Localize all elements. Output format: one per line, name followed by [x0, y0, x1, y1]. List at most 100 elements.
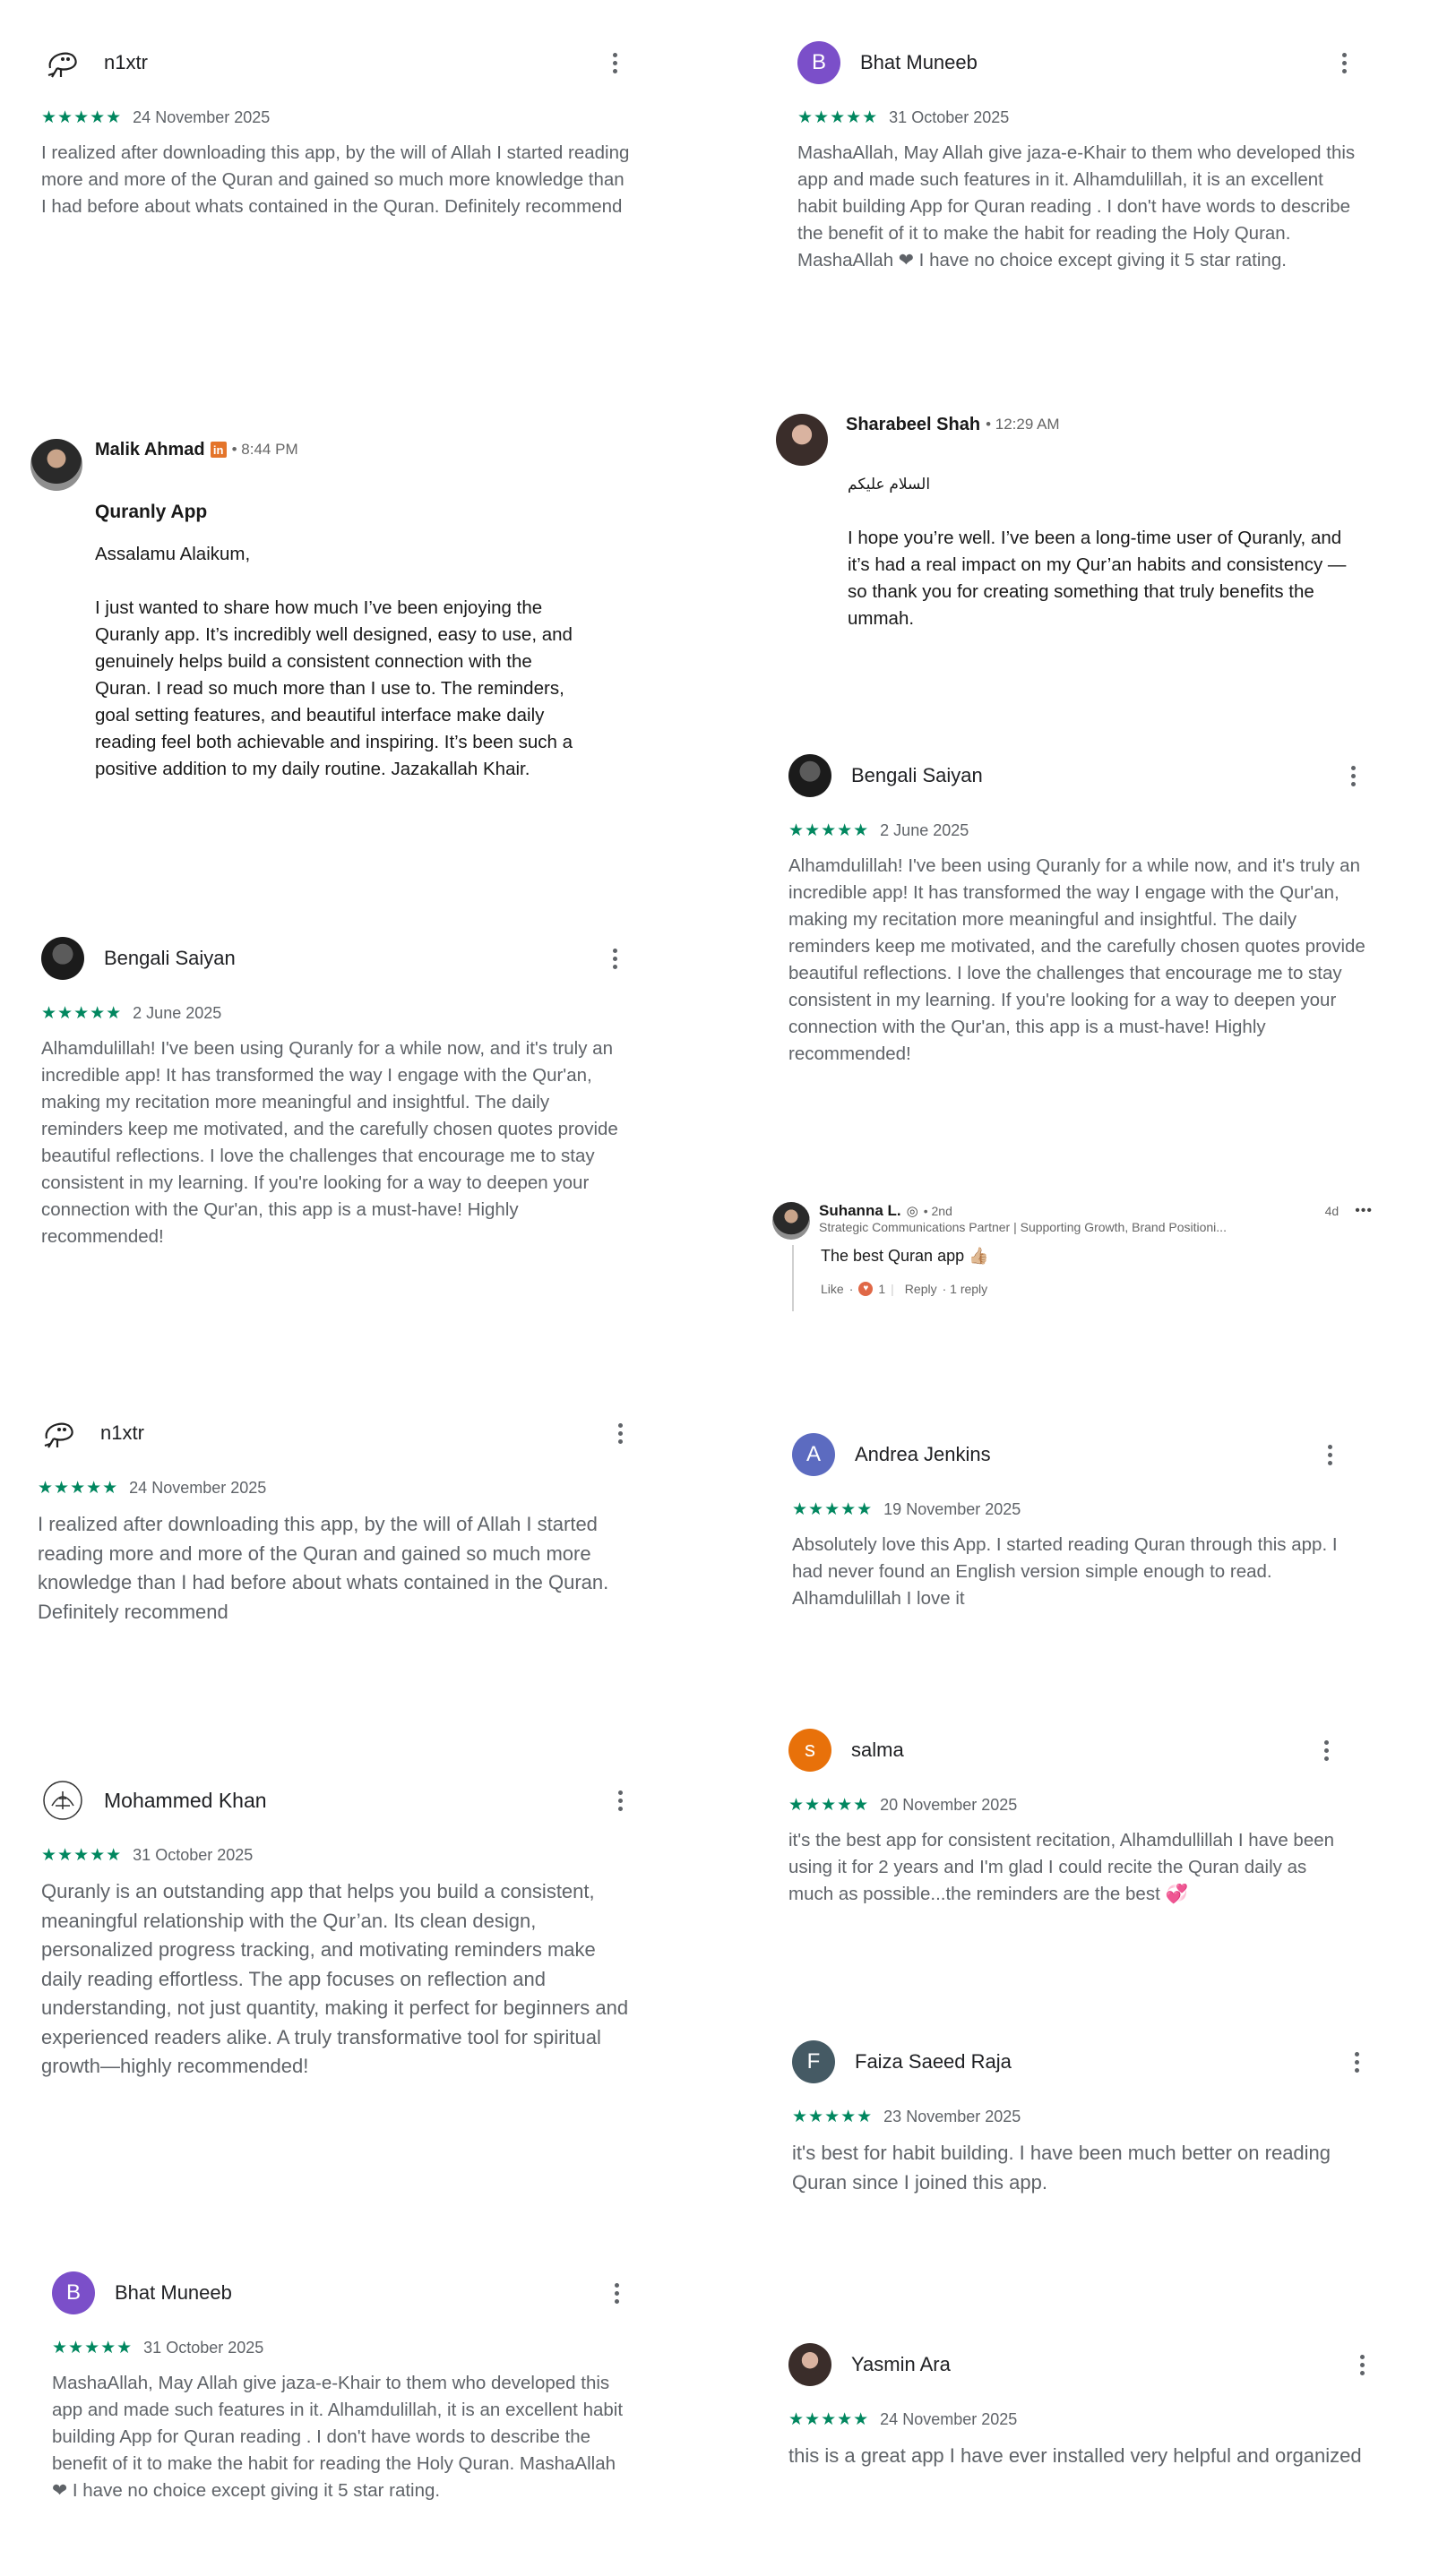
reviewer-name: Bhat Muneeb: [115, 2281, 232, 2304]
review-card: Bengali Saiyan ★★★★★ 2 June 2025 Alhamdu…: [788, 751, 1371, 1068]
more-options-icon[interactable]: [599, 2275, 634, 2311]
user-avatar[interactable]: B: [797, 41, 840, 84]
star-rating: ★★★★★: [792, 1499, 874, 1519]
more-options-icon[interactable]: •••: [1355, 1203, 1373, 1219]
review-card: B Bhat Muneeb ★★★★★ 31 October 2025 Mash…: [52, 2268, 634, 2504]
review-date: 2 June 2025: [880, 820, 969, 839]
like-count: 1: [878, 1282, 886, 1296]
review-text: MashaAllah, May Allah give jaza-e-Khair …: [52, 2373, 624, 2501]
user-avatar[interactable]: B: [52, 2271, 95, 2314]
comment-age: 4d: [1324, 1204, 1340, 1218]
user-avatar[interactable]: [772, 1202, 810, 1240]
more-options-icon[interactable]: [1339, 2044, 1374, 2080]
message-time: • 8:44 PM: [231, 441, 298, 458]
review-date: 31 October 2025: [133, 1845, 254, 1864]
connection-degree: • 2nd: [923, 1204, 952, 1218]
star-rating: ★★★★★: [788, 1795, 870, 1815]
reviewer-name: Mohammed Khan: [104, 1788, 267, 1812]
message-subject: Quranly App: [95, 502, 208, 522]
message-greeting: السلام علیکم: [848, 476, 931, 493]
review-card: A Andrea Jenkins ★★★★★ 19 November 2025 …: [792, 1430, 1348, 1612]
review-card: Mohammed Khan ★★★★★ 31 October 2025 Qura…: [41, 1775, 638, 2082]
avatar-initial: B: [65, 2280, 81, 2305]
review-card: s salma ★★★★★ 20 November 2025 it's the …: [788, 1725, 1344, 1908]
review-card: B Bhat Muneeb ★★★★★ 31 October 2025 Mash…: [797, 38, 1362, 274]
user-avatar[interactable]: s: [788, 1729, 831, 1772]
review-date: 24 November 2025: [133, 107, 271, 126]
star-rating: ★★★★★: [41, 1845, 123, 1865]
sender-name[interactable]: Sharabeel Shah: [846, 415, 980, 435]
more-options-icon[interactable]: [1344, 2347, 1380, 2383]
reviewer-name: n1xtr: [100, 1421, 144, 1444]
linkedin-badge-icon: in: [210, 442, 227, 458]
more-options-icon[interactable]: [602, 1782, 638, 1818]
review-date: 24 November 2025: [129, 1478, 267, 1497]
review-date: 2 June 2025: [133, 1003, 222, 1022]
review-text: Alhamdulillah! I've been using Quranly f…: [41, 1038, 618, 1247]
avatar-initial: s: [805, 1738, 815, 1762]
review-date: 31 October 2025: [889, 107, 1010, 126]
reviewer-name: Bhat Muneeb: [860, 51, 978, 73]
more-options-icon[interactable]: [1312, 1437, 1348, 1473]
reply-button[interactable]: Reply: [905, 1282, 937, 1296]
star-rating: ★★★★★: [38, 1478, 119, 1498]
message-card: Sharabeel Shah • 12:29 AM السلام علیکم I…: [776, 414, 1367, 632]
reviewer-name: Bengali Saiyan: [851, 764, 983, 786]
reply-count[interactable]: · 1 reply: [943, 1282, 988, 1296]
star-rating: ★★★★★: [41, 1003, 123, 1023]
commenter-headline: Strategic Communications Partner | Suppo…: [819, 1220, 1227, 1234]
star-rating: ★★★★★: [52, 2338, 134, 2357]
star-rating: ★★★★★: [41, 107, 123, 127]
like-button[interactable]: Like: [821, 1282, 844, 1296]
avatar-initial: F: [806, 2049, 821, 2074]
avatar-initial: B: [811, 50, 826, 74]
review-text: this is a great app I have ever installe…: [788, 2444, 1362, 2467]
review-card: Bengali Saiyan ★★★★★ 2 June 2025 Alhamdu…: [41, 933, 633, 1250]
reviewer-name: Bengali Saiyan: [104, 947, 236, 969]
star-rating: ★★★★★: [792, 2107, 874, 2126]
review-card: Yasmin Ara ★★★★★ 24 November 2025 this i…: [788, 2340, 1380, 2471]
more-options-icon[interactable]: [1335, 758, 1371, 794]
user-avatar[interactable]: A: [792, 1433, 835, 1476]
review-text: Absolutely love this App. I started read…: [792, 1534, 1338, 1609]
more-options-icon[interactable]: [602, 1415, 638, 1451]
sketch-avatar-icon[interactable]: [41, 41, 84, 84]
emblem-avatar-icon[interactable]: [41, 1779, 84, 1822]
review-date: 24 November 2025: [880, 2409, 1018, 2428]
more-options-icon[interactable]: [1308, 1732, 1344, 1768]
more-options-icon[interactable]: [597, 45, 633, 81]
message-time: • 12:29 AM: [986, 416, 1060, 433]
user-avatar[interactable]: [776, 414, 828, 466]
user-avatar[interactable]: [30, 439, 82, 491]
sketch-avatar-icon[interactable]: [38, 1412, 81, 1455]
more-options-icon[interactable]: [1326, 45, 1362, 81]
reviewer-name: Faiza Saeed Raja: [855, 2050, 1012, 2073]
review-text: I realized after downloading this app, b…: [38, 1513, 609, 1623]
star-rating: ★★★★★: [797, 107, 879, 127]
comment-text: The best Quran app 👍🏼: [821, 1247, 989, 1265]
star-rating: ★★★★★: [788, 820, 870, 840]
star-rating: ★★★★★: [788, 2409, 870, 2429]
verified-icon: ◎: [906, 1204, 918, 1219]
user-avatar[interactable]: [788, 2343, 831, 2386]
message-body: I hope you’re well. I’ve been a long-tim…: [848, 528, 1347, 629]
commenter-name[interactable]: Suhanna L.: [819, 1202, 901, 1220]
reviewer-name: Yasmin Ara: [851, 2353, 951, 2375]
comment-card: Suhanna L. ◎ • 2nd 4d ••• Strategic Comm…: [772, 1202, 1373, 1311]
message-body: I just wanted to share how much I’ve bee…: [95, 597, 573, 779]
user-avatar[interactable]: [788, 754, 831, 797]
reviewer-name: n1xtr: [104, 51, 148, 73]
review-text: Alhamdulillah! I've been using Quranly f…: [788, 855, 1365, 1064]
message-greeting: Assalamu Alaikum,: [95, 544, 251, 564]
review-text: it's best for habit building. I have bee…: [792, 2142, 1331, 2194]
review-date: 31 October 2025: [143, 2338, 264, 2357]
message-card: Malik Ahmad in • 8:44 PM Quranly App Ass…: [30, 439, 604, 783]
review-card: n1xtr ★★★★★ 24 November 2025 I realized …: [38, 1408, 638, 1627]
review-date: 20 November 2025: [880, 1795, 1018, 1814]
more-options-icon[interactable]: [597, 940, 633, 976]
user-avatar[interactable]: [41, 937, 84, 980]
review-card: F Faiza Saeed Raja ★★★★★ 23 November 202…: [792, 2037, 1374, 2197]
user-avatar[interactable]: F: [792, 2040, 835, 2083]
sender-name[interactable]: Malik Ahmad: [95, 440, 205, 460]
heart-reaction-icon: ♥: [858, 1282, 874, 1296]
